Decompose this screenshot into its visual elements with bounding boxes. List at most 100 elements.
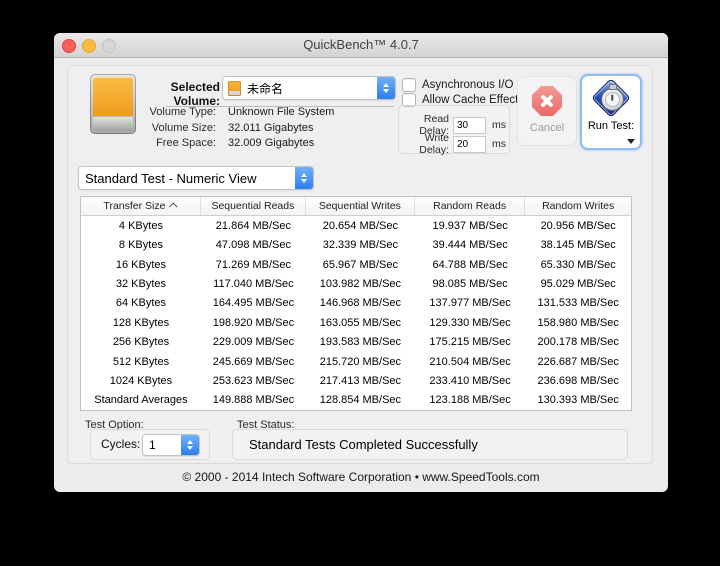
column-header[interactable]: Sequential Writes (306, 197, 415, 215)
table-cell: 16 KBytes (115, 258, 167, 271)
stepper-icon (377, 77, 395, 99)
write-delay-label: Write Delay: (419, 132, 449, 156)
free-space-label: Free Space: (156, 137, 216, 149)
table-cell: 146.968 MB/Sec (319, 297, 402, 310)
stopwatch-icon (591, 78, 631, 118)
table-cell: 4 KBytes (118, 219, 163, 232)
table-cell: 253.623 MB/Sec (212, 374, 295, 387)
table-cell: 233.410 MB/Sec (429, 374, 511, 387)
table-row[interactable]: 8 KBytes 47.098 MB/Sec 32.339 MB/Sec 39.444… (81, 235, 631, 254)
table-cell: 245.669 MB/Sec (212, 355, 295, 368)
test-status-box: Standard Tests Completed Successfully (232, 429, 628, 460)
async-io-row: Asynchronous I/O (402, 78, 513, 92)
table-cell: 39.444 MB/Sec (432, 239, 508, 252)
table-cell: 47.098 MB/Sec (215, 239, 292, 252)
table-cell: 32 KBytes (115, 277, 167, 290)
table-cell: 65.967 MB/Sec (322, 258, 398, 271)
free-space-value: 32.009 Gigabytes (228, 137, 315, 149)
table-cell: 131.533 MB/Sec (537, 297, 619, 310)
table-cell: 512 KBytes (112, 355, 170, 368)
column-header[interactable]: Random Reads (415, 197, 526, 215)
table-row[interactable]: 512 KBytes 245.669 MB/Sec 215.720 MB/Sec 21… (81, 352, 631, 371)
cycles-select[interactable]: 1 (142, 434, 200, 456)
read-delay-input[interactable]: 30 (453, 116, 486, 134)
table-cell: 198.920 MB/Sec (212, 316, 295, 329)
table-cell: 95.029 MB/Sec (540, 277, 616, 290)
column-header[interactable]: Sequential Reads (201, 197, 306, 215)
results-table: Transfer Size Sequential Reads Sequential … (80, 196, 632, 411)
table-cell: 71.269 MB/Sec (215, 258, 292, 271)
delay-group-box: Read Delay: 30 ms Write Delay: 20 ms (398, 105, 510, 156)
table-cell: 137.977 MB/Sec (429, 297, 511, 310)
table-cell: 210.504 MB/Sec (429, 355, 511, 368)
table-cell: 193.583 MB/Sec (319, 336, 402, 349)
volume-size-value: 32.011 Gigabytes (228, 122, 314, 134)
table-body: 4 KBytes 21.864 MB/Sec 20.654 MB/Sec 19.937… (81, 216, 631, 410)
column-header[interactable]: Transfer Size (81, 197, 201, 215)
table-cell: Standard Averages (94, 394, 188, 407)
table-row[interactable]: 256 KBytes 229.009 MB/Sec 193.583 MB/Sec 17… (81, 332, 631, 351)
test-status-text: Standard Tests Completed Successfully (249, 437, 478, 452)
stepper-icon (295, 167, 313, 189)
volume-size-label: Volume Size: (151, 122, 216, 134)
cycles-label: Cycles: (101, 437, 141, 451)
test-view-select[interactable]: Standard Test - Numeric View (78, 166, 314, 190)
table-row[interactable]: 32 KBytes 117.040 MB/Sec 103.982 MB/Sec 98.… (81, 274, 631, 293)
write-delay-row: Write Delay: 20 ms (399, 132, 509, 156)
cycles-value: 1 (149, 438, 156, 452)
table-cell: 21.864 MB/Sec (215, 219, 292, 232)
table-cell: 128.854 MB/Sec (319, 394, 402, 407)
table-row[interactable]: 1024 KBytes 253.623 MB/Sec 217.413 MB/Sec 2… (81, 371, 631, 390)
table-header: Transfer Size Sequential Reads Sequential … (81, 197, 631, 216)
mini-drive-icon (228, 80, 241, 96)
async-io-checkbox[interactable] (402, 78, 416, 92)
table-cell: 217.413 MB/Sec (319, 374, 402, 387)
table-cell: 129.330 MB/Sec (429, 316, 511, 329)
table-cell: 149.888 MB/Sec (212, 394, 295, 407)
stepper-icon (181, 435, 199, 455)
sort-ascending-icon (169, 202, 179, 211)
table-cell: 20.654 MB/Sec (322, 219, 398, 232)
table-cell: 19.937 MB/Sec (432, 219, 508, 232)
table-row[interactable]: 128 KBytes 198.920 MB/Sec 163.055 MB/Sec 12… (81, 313, 631, 332)
table-cell: 123.188 MB/Sec (429, 394, 511, 407)
table-cell: 130.393 MB/Sec (537, 394, 619, 407)
write-delay-input[interactable]: 20 (453, 135, 486, 153)
run-test-button[interactable]: Run Test: (580, 74, 642, 150)
test-option-box: Cycles: 1 (90, 429, 210, 460)
table-cell: 8 KBytes (118, 239, 163, 252)
write-delay-unit: ms (492, 138, 506, 150)
table-cell: 226.687 MB/Sec (537, 355, 619, 368)
footer-copyright: © 2000 - 2014 Intech Software Corporatio… (182, 470, 540, 484)
table-cell: 215.720 MB/Sec (319, 355, 402, 368)
table-row[interactable]: 64 KBytes 164.495 MB/Sec 146.968 MB/Sec 137… (81, 294, 631, 313)
test-view-value: Standard Test - Numeric View (85, 170, 257, 186)
quickbench-window: QuickBench™ 4.0.7 Selected Volume: 未命名 V… (54, 33, 668, 492)
table-cell: 158.980 MB/Sec (537, 316, 619, 329)
table-row[interactable]: Standard Averages 149.888 MB/Sec 128.854 M… (81, 391, 631, 410)
cancel-button-label: Cancel (529, 122, 565, 134)
table-cell: 200.178 MB/Sec (537, 336, 619, 349)
cancel-button[interactable]: Cancel (517, 76, 577, 146)
volume-type-value: Unknown File System (228, 106, 335, 118)
run-test-menu-arrow-icon (627, 139, 635, 144)
table-cell: 229.009 MB/Sec (212, 336, 295, 349)
table-cell: 20.956 MB/Sec (540, 219, 616, 232)
table-cell: 256 KBytes (112, 336, 170, 349)
table-cell: 128 KBytes (112, 316, 170, 329)
table-cell: 38.145 MB/Sec (540, 239, 616, 252)
table-cell: 98.085 MB/Sec (432, 277, 508, 290)
async-io-label: Asynchronous I/O (422, 79, 514, 91)
column-header[interactable]: Random Writes (525, 197, 631, 215)
table-cell: 164.495 MB/Sec (212, 297, 295, 310)
volume-select[interactable]: 未命名 (222, 76, 396, 100)
cancel-stop-icon (532, 86, 562, 116)
volume-type-label: Volume Type: (149, 106, 216, 118)
table-row[interactable]: 16 KBytes 71.269 MB/Sec 65.967 MB/Sec 64.78… (81, 255, 631, 274)
table-cell: 236.698 MB/Sec (537, 374, 619, 387)
table-cell: 64 KBytes (115, 297, 167, 310)
volume-select-value: 未命名 (247, 81, 284, 96)
table-cell: 103.982 MB/Sec (319, 277, 402, 290)
table-cell: 163.055 MB/Sec (319, 316, 402, 329)
table-row[interactable]: 4 KBytes 21.864 MB/Sec 20.654 MB/Sec 19.937… (81, 216, 631, 235)
